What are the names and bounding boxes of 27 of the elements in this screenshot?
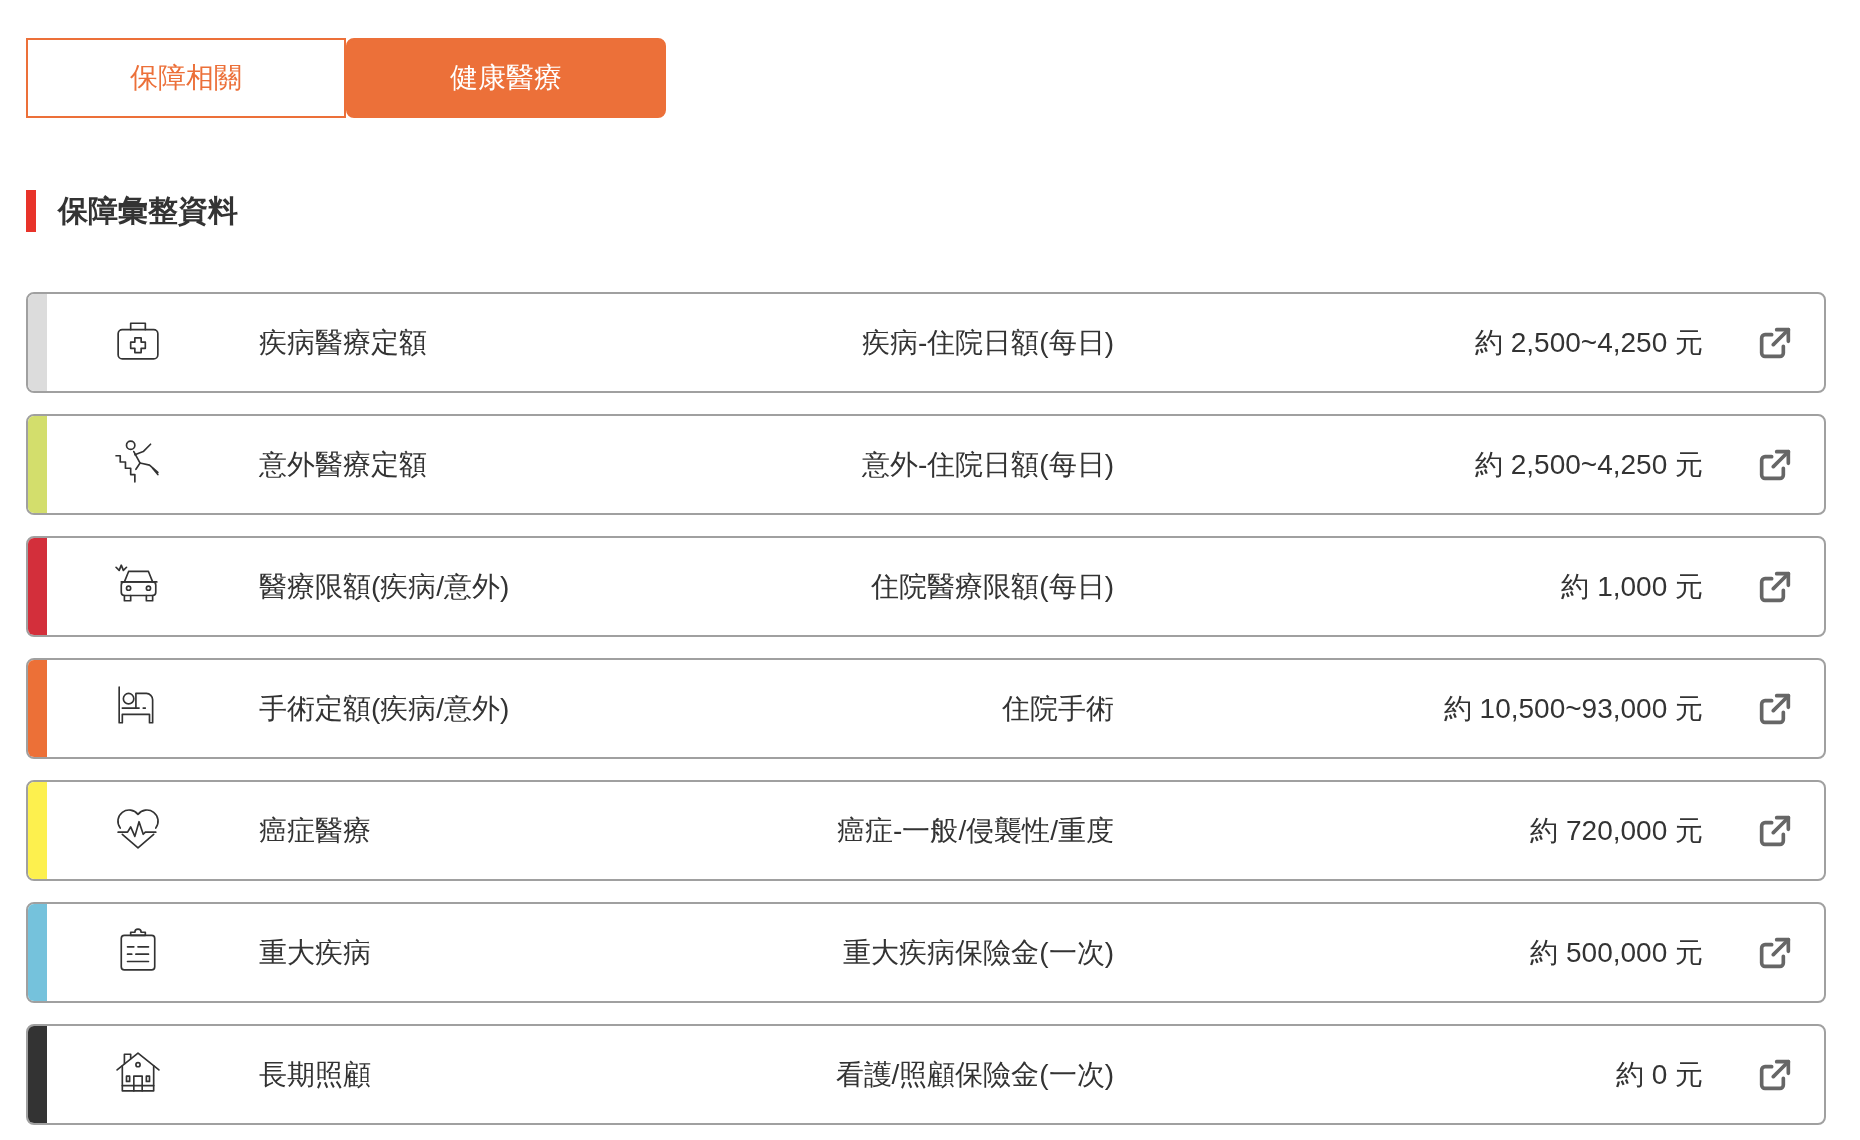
coverage-item: 癌症-一般/侵襲性/重度 (836, 816, 1114, 845)
coverage-amount: 約 1,000 元 (1560, 572, 1703, 601)
coverage-name: 醫療限額(疾病/意外) (259, 572, 511, 601)
tab[interactable]: 健康醫療 (346, 38, 666, 118)
coverage-item: 疾病-住院日額(每日) (861, 328, 1114, 357)
falling-person-icon (115, 439, 161, 484)
coverage-amount: 約 2,500~4,250 元 (1473, 450, 1703, 479)
coverage-item: 看護/照顧保險金(一次) (834, 1060, 1114, 1089)
house-icon (115, 1049, 161, 1094)
coverage-name: 手術定額(疾病/意外) (259, 694, 511, 723)
coverage-name: 重大疾病 (259, 938, 372, 967)
tab[interactable]: 保障相關 (26, 38, 346, 118)
coverage-amount: 約 500,000 元 (1529, 938, 1703, 967)
coverage-amount: 約 2,500~4,250 元 (1473, 328, 1703, 357)
coverage-amount: 約 0 元 (1614, 1060, 1703, 1089)
section-title: 保障彙整資料 (58, 196, 238, 226)
coverage-item: 住院手術 (1001, 694, 1114, 723)
coverage-item: 住院醫療限額(每日) (870, 572, 1114, 601)
coverage-amount: 約 10,500~93,000 元 (1442, 694, 1703, 723)
coverage-name: 癌症醫療 (259, 816, 372, 845)
coverage-item: 意外-住院日額(每日) (861, 450, 1114, 479)
coverage-amount: 約 720,000 元 (1529, 816, 1703, 845)
coverage-name: 意外醫療定額 (259, 450, 428, 479)
heading-accent-bar (26, 190, 36, 232)
coverage-item: 重大疾病保險金(一次) (842, 938, 1114, 967)
coverage-name: 疾病醫療定額 (259, 328, 428, 357)
coverage-name: 長期照顧 (259, 1060, 372, 1089)
